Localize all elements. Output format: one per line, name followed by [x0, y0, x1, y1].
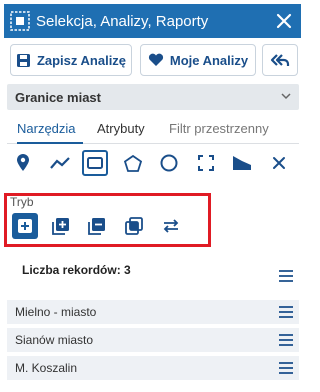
- point-tool[interactable]: [10, 150, 36, 176]
- rectangle-tool[interactable]: [82, 150, 108, 176]
- my-analyses-button[interactable]: Moje Analizy: [140, 44, 256, 76]
- layer-select[interactable]: Granice miast: [7, 84, 299, 110]
- polyline-icon: [50, 157, 70, 169]
- hamburger-menu-icon[interactable]: [279, 334, 293, 346]
- point-icon: [17, 154, 29, 171]
- active-tab-indicator: [17, 142, 83, 144]
- layer-select-value: Granice miast: [15, 89, 101, 105]
- panel-header: Selekcja, Analizy, Raporty: [4, 4, 301, 38]
- record-count: Liczba rekordów: 3: [22, 263, 131, 277]
- list-item-label: M. Koszalin: [15, 361, 78, 375]
- clear-icon: [273, 157, 285, 169]
- toolbar: Zapisz Analizę Moje Analizy: [10, 44, 298, 76]
- remove-selection-icon: [88, 218, 105, 235]
- switch-selection-button[interactable]: [158, 213, 184, 239]
- new-selection-button[interactable]: [12, 213, 38, 239]
- polygon-tool[interactable]: [120, 150, 146, 176]
- list-item[interactable]: M. Koszalin: [7, 356, 299, 380]
- polyline-tool[interactable]: [47, 150, 73, 176]
- extent-icon: [198, 155, 214, 171]
- heart-icon: [148, 53, 163, 66]
- mode-label: Tryb: [10, 195, 34, 209]
- add-selection-icon: [52, 218, 69, 235]
- switch-selection-icon: [163, 219, 179, 233]
- layer-shape-icon: [233, 156, 251, 170]
- list-item[interactable]: Sianów miasto: [7, 328, 299, 352]
- hamburger-menu-icon[interactable]: [279, 362, 293, 374]
- layer-shape-tool[interactable]: [229, 150, 255, 176]
- tab-bar: Narzędzia Atrybuty Filtr przestrzenny: [7, 114, 299, 144]
- polygon-icon: [124, 154, 142, 172]
- undo-arrow-icon: [270, 54, 290, 66]
- save-icon: [16, 53, 30, 67]
- list-item[interactable]: Mielno - miasto: [7, 300, 299, 324]
- rectangle-icon: [87, 157, 103, 169]
- intersect-selection-icon: [125, 217, 143, 235]
- drawing-tools: [10, 150, 298, 176]
- circle-tool[interactable]: [156, 150, 182, 176]
- my-analyses-label: Moje Analizy: [169, 52, 249, 68]
- circle-icon: [160, 154, 178, 172]
- undo-button[interactable]: [262, 44, 298, 76]
- panel-title: Selekcja, Analizy, Raporty: [36, 12, 209, 30]
- add-selection-button[interactable]: [48, 213, 74, 239]
- results-list: Mielno - miasto Sianów miasto M. Koszali…: [7, 300, 299, 384]
- tab-spatial-filter[interactable]: Filtr przestrzenny: [169, 121, 269, 136]
- panel-app-icon: [10, 11, 30, 31]
- new-selection-icon: [18, 219, 32, 233]
- selection-modes: [12, 213, 212, 239]
- tab-tools[interactable]: Narzędzia: [17, 121, 76, 136]
- hamburger-menu-icon[interactable]: [279, 270, 293, 282]
- close-icon[interactable]: [275, 12, 293, 30]
- tab-attributes[interactable]: Atrybuty: [97, 121, 145, 136]
- chevron-down-icon: [281, 93, 291, 100]
- extent-tool[interactable]: [193, 150, 219, 176]
- hamburger-menu-icon[interactable]: [279, 306, 293, 318]
- clear-tool[interactable]: [266, 150, 292, 176]
- save-analysis-label: Zapisz Analizę: [36, 52, 127, 68]
- intersect-selection-button[interactable]: [121, 213, 147, 239]
- list-item-label: Mielno - miasto: [15, 305, 97, 319]
- record-count-bar: Liczba rekordów: 3: [7, 258, 299, 290]
- save-analysis-button[interactable]: Zapisz Analizę: [10, 44, 132, 76]
- remove-selection-button[interactable]: [84, 213, 110, 239]
- list-item-label: Sianów miasto: [15, 333, 94, 347]
